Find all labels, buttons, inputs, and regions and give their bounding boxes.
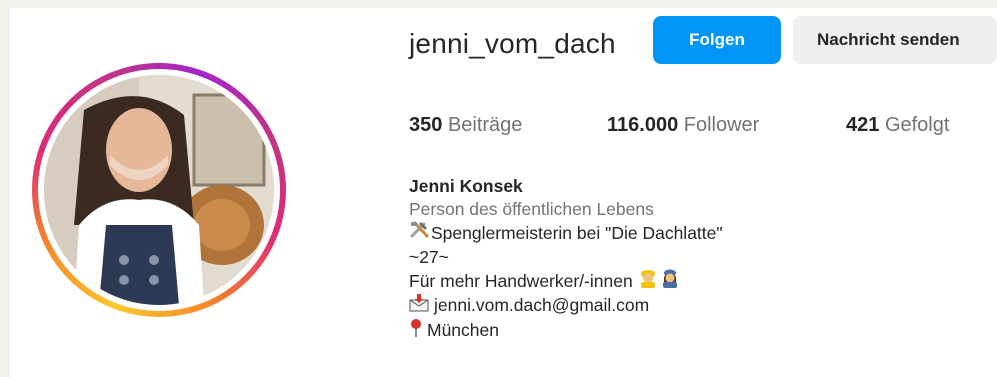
bio-line-email: jenni.vom.dach@gmail.com [409,293,723,318]
username: jenni_vom_dach [409,28,616,59]
story-ring[interactable] [32,63,286,317]
location-text: München [427,320,499,341]
stat-followers[interactable]: 116.000 Follower [607,114,759,137]
envelope-icon [409,293,429,318]
profile-card: jenni_vom_dach Folgen Nachricht senden 3… [10,8,997,377]
full-name: Jenni Konsek [409,176,523,196]
profile-avatar[interactable] [44,75,274,305]
following-label: Gefolgt [884,114,950,136]
stat-posts[interactable]: 350 Beiträge [409,114,522,137]
bio-line-location: München [409,318,723,344]
followers-label: Follower [683,114,760,136]
female-construction-worker-icon [660,268,680,294]
bio: Jenni Konsek Person des öffentlichen Leb… [409,175,723,343]
stat-following[interactable]: 421 Gefolgt [846,114,949,137]
following-count: 421 [846,114,880,136]
profile-photo [44,75,274,305]
follow-button[interactable]: Folgen [653,16,781,64]
posts-label: Beiträge [447,114,523,136]
hammer-and-wrench-icon [409,220,431,246]
send-message-button[interactable]: Nachricht senden [793,16,997,64]
construction-worker-icon [638,268,658,294]
followers-count: 116.000 [607,114,679,136]
job-text: Spenglermeisterin bei "Die Dachlatte" [431,222,723,243]
posts-count: 350 [409,114,443,136]
bio-line-age: ~27~ [409,246,449,267]
round-pushpin-icon [409,318,423,344]
avatar-border [38,69,280,311]
bio-line-trades: Für mehr Handwerker/-innen [409,268,723,294]
email-link[interactable]: jenni.vom.dach@gmail.com [434,294,649,317]
bio-line-job: Spenglermeisterin bei "Die Dachlatte" [409,220,723,246]
trades-text: Für mehr Handwerker/-innen [409,270,633,291]
category-label: Person des öffentlichen Lebens [409,198,654,219]
